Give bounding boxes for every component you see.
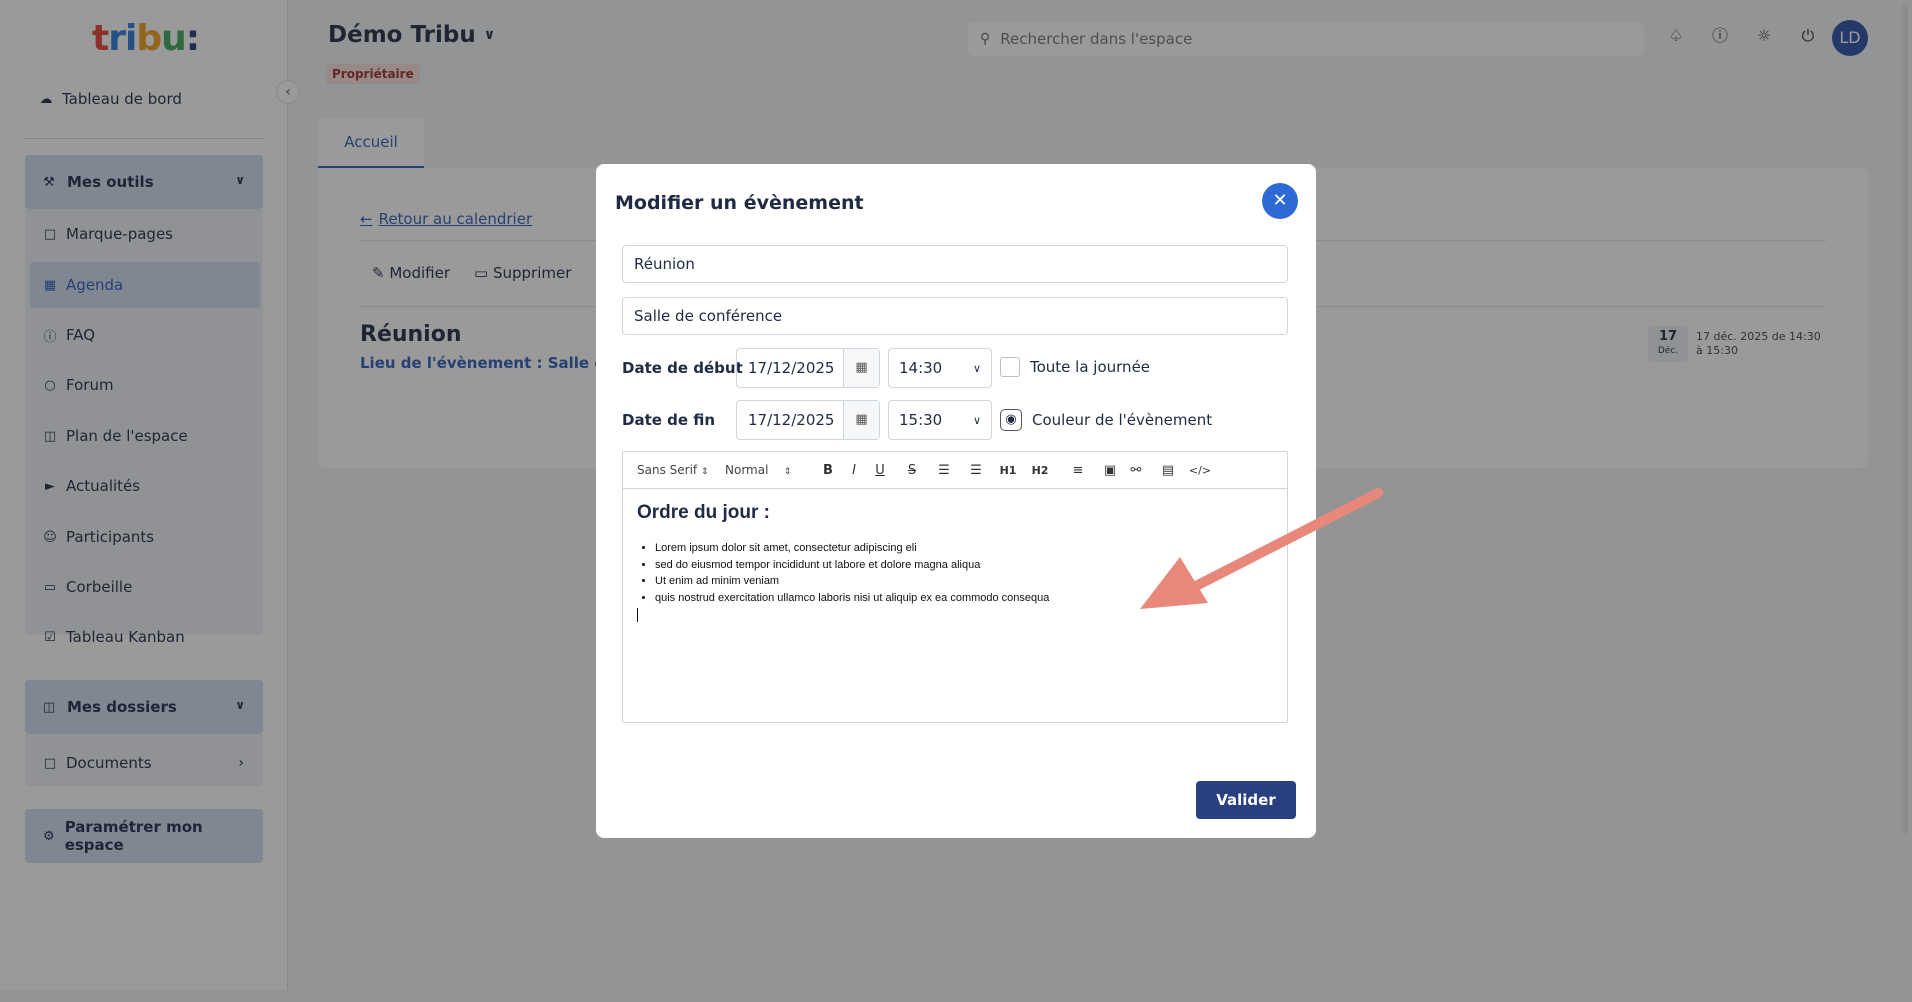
start-time-select[interactable]: 14:30 ∨: [888, 348, 992, 388]
chevron-down-icon: ∨: [972, 413, 981, 427]
end-date-value: 17/12/2025: [748, 411, 835, 429]
event-title-field[interactable]: [622, 245, 1288, 283]
start-time-value: 14:30: [899, 359, 943, 377]
end-time-value: 15:30: [899, 411, 943, 429]
palette-icon[interactable]: ◉: [1000, 409, 1022, 431]
all-day-label: Toute la journée: [1030, 358, 1151, 376]
event-color-label: Couleur de l'évènement: [1032, 411, 1213, 429]
annotation-arrow-icon: [1140, 488, 1383, 609]
code-icon[interactable]: </>: [1187, 464, 1213, 477]
start-date-input[interactable]: 17/12/2025 ▦: [736, 348, 880, 388]
heading1-icon[interactable]: H1: [995, 464, 1021, 477]
chevron-down-icon: ∨: [972, 361, 981, 375]
updown-icon: ⇕: [700, 467, 709, 477]
video-icon[interactable]: ▣: [1097, 463, 1123, 478]
text-caret: [637, 608, 638, 622]
underline-icon[interactable]: U: [867, 463, 893, 478]
start-date-value: 17/12/2025: [748, 359, 835, 377]
align-icon[interactable]: ≡: [1059, 463, 1097, 478]
end-time-select[interactable]: 15:30 ∨: [888, 400, 992, 440]
all-day-checkbox[interactable]: [1000, 357, 1020, 377]
scrollbar[interactable]: [1900, 0, 1910, 1002]
link-icon[interactable]: ⚯: [1123, 463, 1149, 478]
bold-icon[interactable]: B: [815, 463, 841, 478]
close-button[interactable]: ✕: [1262, 183, 1298, 219]
font-select[interactable]: Sans Serif ⇕: [637, 463, 725, 477]
heading2-icon[interactable]: H2: [1021, 464, 1059, 477]
event-color-row[interactable]: ◉ Couleur de l'évènement: [1000, 409, 1212, 431]
end-date-input[interactable]: 17/12/2025 ▦: [736, 400, 880, 440]
ordered-list-icon[interactable]: ☰: [931, 463, 957, 478]
updown-icon: ⇕: [783, 467, 792, 477]
arrow-shaft: [1185, 488, 1383, 594]
start-date-label: Date de début: [622, 359, 743, 377]
close-icon: ✕: [1272, 190, 1288, 211]
scrollbar-thumb[interactable]: [1902, 4, 1908, 834]
font-select-value: Sans Serif: [637, 463, 698, 477]
bullet-list-icon[interactable]: ☰: [957, 463, 995, 478]
size-select[interactable]: Normal ⇕: [725, 463, 815, 477]
end-date-label: Date de fin: [622, 411, 716, 429]
size-select-value: Normal: [725, 463, 769, 477]
validate-button[interactable]: Valider: [1196, 781, 1296, 819]
app-root: tribu: ☁ Tableau de bord ⚒ Mes outils ∨ …: [0, 0, 1912, 1002]
calendar-icon[interactable]: ▦: [843, 349, 879, 387]
strike-icon[interactable]: S: [893, 463, 931, 478]
all-day-row[interactable]: Toute la journée: [1000, 357, 1150, 377]
image-icon[interactable]: ▤: [1149, 463, 1187, 478]
modal-title: Modifier un évènement: [615, 192, 864, 214]
editor-toolbar: Sans Serif ⇕ Normal ⇕ B I U S ☰ ☰ H1 H2 …: [623, 452, 1287, 489]
event-location-field[interactable]: [622, 297, 1288, 335]
calendar-icon[interactable]: ▦: [843, 401, 879, 439]
italic-icon[interactable]: I: [841, 463, 867, 478]
